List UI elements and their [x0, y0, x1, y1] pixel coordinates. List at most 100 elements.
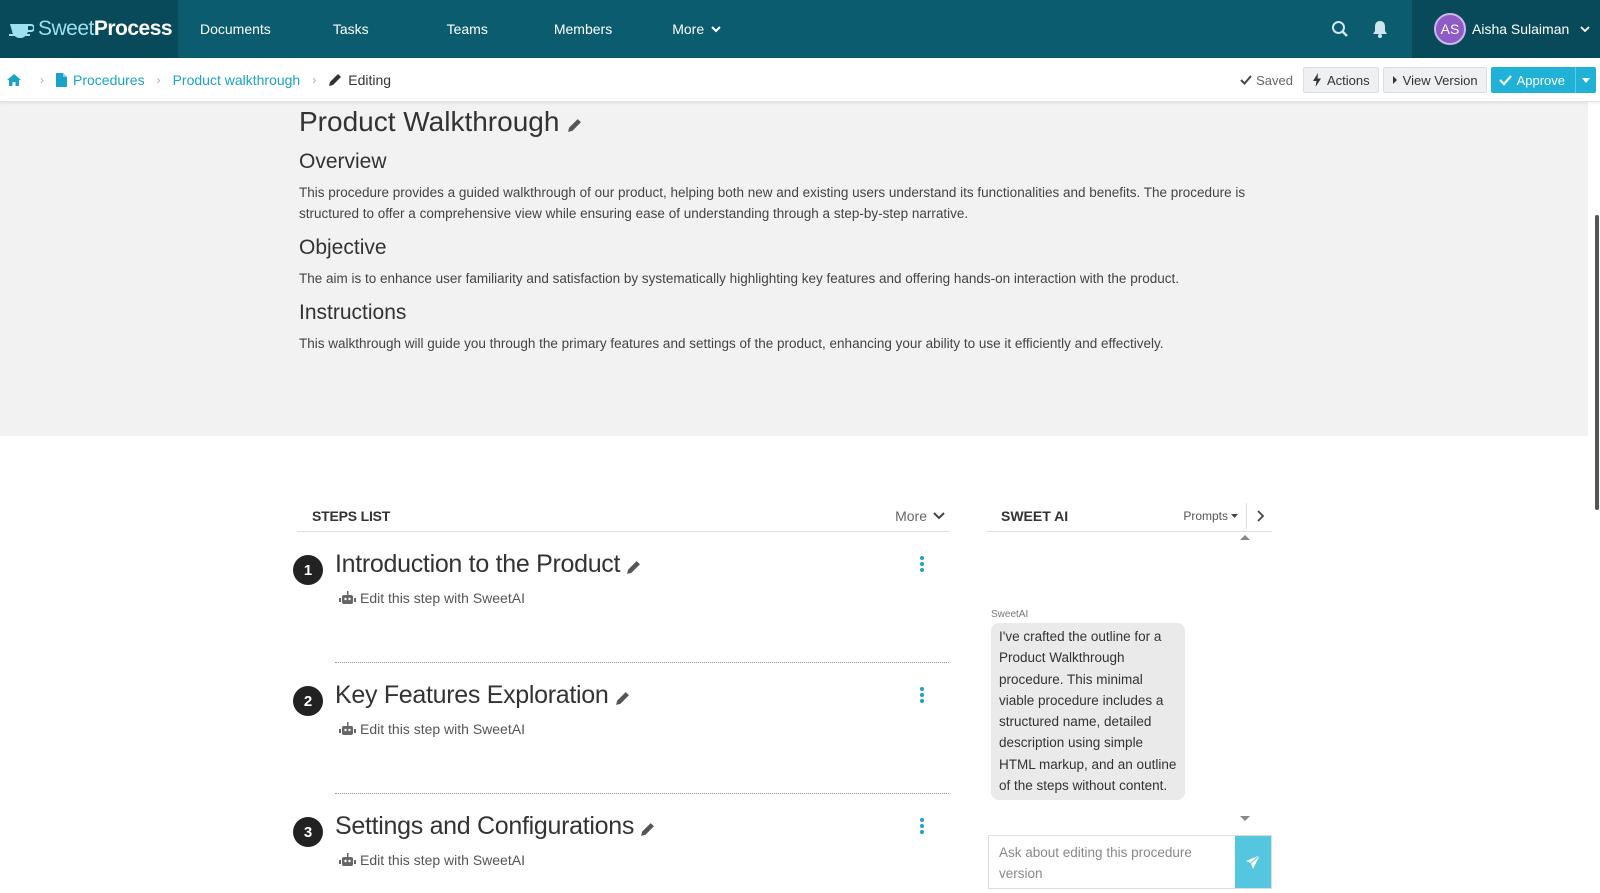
document-icon — [56, 72, 67, 87]
edit-step-with-ai[interactable]: Edit this step with SweetAI — [339, 721, 525, 737]
edit-step-with-ai[interactable]: Edit this step with SweetAI — [339, 852, 525, 868]
nav-more-label: More — [672, 21, 705, 37]
nav-members[interactable]: Members — [510, 0, 634, 58]
chevron-right-icon: › — [156, 72, 161, 87]
edit-step-with-ai-label: Edit this step with SweetAI — [360, 590, 525, 606]
step-item: 3 Settings and Configurations Edit this … — [293, 794, 949, 893]
pencil-icon — [329, 73, 342, 86]
step-number: 1 — [293, 555, 323, 585]
breadcrumb-editing-label: Editing — [348, 71, 392, 88]
step-menu-button[interactable] — [917, 554, 927, 574]
chevron-down-icon — [933, 511, 945, 519]
step-title[interactable]: Introduction to the Product — [335, 550, 641, 579]
sweet-ai-panel: SWEET AI Prompts SweetAI I've crafted th… — [987, 500, 1272, 893]
breadcrumb: › Procedures › Product walkthrough › Edi… — [0, 58, 1600, 102]
scroll-up-icon[interactable] — [1240, 533, 1250, 543]
sweet-ai-messages[interactable]: SweetAI I've crafted the outline for a P… — [987, 533, 1272, 823]
message-sender: SweetAI — [991, 609, 1029, 620]
nav-documents[interactable]: Documents — [178, 0, 293, 58]
avatar: AS — [1434, 13, 1466, 45]
step-menu-button[interactable] — [917, 685, 927, 705]
step-number: 2 — [293, 686, 323, 716]
breadcrumb-procedures[interactable]: Procedures — [56, 72, 145, 88]
approve-dropdown[interactable] — [1576, 67, 1596, 93]
page-scrollbar-thumb[interactable] — [1595, 215, 1599, 510]
steps-more-label: More — [895, 507, 927, 524]
user-menu[interactable]: AS Aisha Sulaiman — [1412, 0, 1600, 58]
search-icon — [1332, 21, 1348, 37]
saved-label: Saved — [1256, 72, 1294, 88]
scroll-down-icon[interactable] — [1240, 813, 1250, 823]
view-version-label: View Version — [1402, 72, 1478, 88]
kebab-menu-icon — [920, 687, 924, 703]
search-button[interactable] — [1320, 0, 1360, 58]
page-title-text: Product Walkthrough — [299, 106, 560, 137]
ai-prompt-input[interactable] — [989, 836, 1235, 888]
caret-down-icon — [1231, 513, 1238, 518]
kebab-menu-icon — [920, 818, 924, 834]
section-text-objective: The aim is to enhance user familiarity a… — [299, 271, 1179, 286]
section-text-overview: This procedure provides a guided walkthr… — [299, 185, 1246, 221]
step-title[interactable]: Key Features Exploration — [335, 681, 630, 710]
user-name: Aisha Sulaiman — [1472, 21, 1570, 37]
approve-main[interactable]: Approve — [1491, 67, 1576, 93]
caret-down-icon — [1582, 77, 1590, 83]
step-item: 1 Introduction to the Product Edit this … — [293, 532, 949, 663]
section-text-instructions: This walkthrough will guide you through … — [299, 336, 1164, 351]
edit-step-with-ai[interactable]: Edit this step with SweetAI — [339, 590, 525, 606]
chevron-right-icon: › — [312, 72, 317, 87]
pencil-icon[interactable] — [626, 560, 641, 575]
check-icon — [1498, 75, 1512, 86]
step-title[interactable]: Settings and Configurations — [335, 812, 655, 841]
nav-teams[interactable]: Teams — [391, 0, 510, 58]
steps-more-button[interactable]: More — [895, 508, 945, 524]
robot-icon — [339, 591, 356, 604]
actions-button[interactable]: Actions — [1303, 67, 1379, 93]
pencil-icon[interactable] — [567, 118, 582, 133]
nav-more[interactable]: More — [634, 0, 744, 58]
view-version-button[interactable]: View Version — [1382, 67, 1487, 93]
robot-icon — [339, 722, 356, 735]
pencil-icon[interactable] — [615, 691, 630, 706]
step-title-text: Key Features Exploration — [335, 681, 609, 709]
step-menu-button[interactable] — [917, 816, 927, 836]
edit-step-with-ai-label: Edit this step with SweetAI — [360, 852, 525, 868]
sweetprocess-logo[interactable]: Sweet Process — [0, 0, 178, 58]
chevron-down-icon — [1580, 26, 1590, 33]
prompts-dropdown[interactable]: Prompts — [1183, 509, 1238, 523]
home-link[interactable] — [6, 73, 28, 87]
lightning-icon — [1313, 73, 1322, 87]
send-icon — [1246, 854, 1261, 869]
notifications-button[interactable] — [1360, 0, 1400, 58]
pencil-icon[interactable] — [640, 822, 655, 837]
check-icon — [1240, 75, 1252, 85]
actions-label: Actions — [1327, 72, 1370, 88]
steps-list: STEPS LIST More 1 Introduction to the Pr… — [293, 500, 949, 893]
saved-status: Saved — [1240, 73, 1293, 88]
chevron-right-icon: › — [40, 72, 44, 87]
sweet-ai-header: SWEET AI Prompts — [987, 500, 1272, 532]
chevron-right-icon — [1256, 509, 1264, 522]
breadcrumb-editing: Editing — [328, 72, 391, 88]
brand-sweet: Sweet — [38, 17, 94, 40]
step-number: 3 — [293, 817, 323, 847]
approve-button[interactable]: Approve — [1490, 67, 1596, 93]
edit-step-with-ai-label: Edit this step with SweetAI — [360, 721, 525, 737]
breadcrumb-procedures-label: Procedures — [73, 71, 145, 88]
page-title[interactable]: Product Walkthrough — [299, 106, 1289, 138]
robot-icon — [339, 853, 356, 866]
steps-header: STEPS LIST More — [297, 500, 949, 532]
bell-icon — [1373, 21, 1387, 38]
home-icon — [7, 73, 21, 86]
cup-logo-icon — [9, 24, 34, 38]
nav-tasks[interactable]: Tasks — [293, 0, 391, 58]
brand-process: Process — [93, 17, 173, 40]
top-nav: Sweet Process Documents Tasks Teams Membe… — [0, 0, 1600, 58]
send-button[interactable] — [1235, 836, 1271, 888]
breadcrumb-product-walkthrough[interactable]: Product walkthrough — [173, 72, 301, 88]
caret-right-icon — [1392, 76, 1397, 84]
kebab-menu-icon — [920, 556, 924, 572]
section-heading-overview: Overview — [299, 150, 387, 173]
collapse-panel-button[interactable] — [1246, 502, 1272, 529]
section-heading-objective: Objective — [299, 236, 387, 259]
